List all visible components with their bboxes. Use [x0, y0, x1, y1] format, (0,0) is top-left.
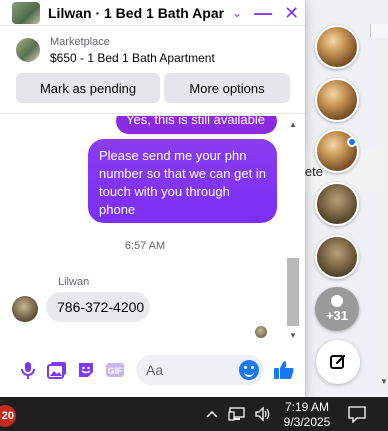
compose-icon — [330, 354, 346, 369]
unread-dot-icon — [347, 137, 357, 147]
chat-title[interactable]: Lilwan · 1 Bed 1 Bath Apart… — [48, 5, 224, 21]
emoji-icon[interactable] — [239, 360, 259, 380]
notification-count-badge[interactable]: 20 — [0, 405, 16, 427]
listing-title[interactable]: $650 - 1 Bed 1 Bath Apartment — [50, 51, 215, 65]
more-options-button[interactable]: More options — [164, 73, 290, 103]
show-hidden-icons-chevron-icon[interactable] — [206, 397, 218, 431]
chat-header[interactable]: Lilwan · 1 Bed 1 Bath Apart… ⌄ — ✕ — [0, 0, 305, 26]
clock-date: 9/3/2025 — [283, 415, 331, 429]
more-chats-button[interactable]: +31 — [315, 287, 359, 331]
svg-text:GIF: GIF — [108, 366, 124, 376]
taskbar: 20 7:19 AM 9/3/2025 — [0, 397, 388, 431]
sender-name: Lilwan — [58, 276, 90, 288]
gif-icon[interactable]: GIF — [103, 358, 127, 382]
composer: GIF — [0, 350, 305, 390]
chat-window: Lilwan · 1 Bed 1 Bath Apart… ⌄ — ✕ Marke… — [0, 0, 305, 397]
message-input-box[interactable] — [136, 355, 264, 385]
volume-icon[interactable] — [254, 397, 272, 431]
scroll-down-arrow-icon[interactable]: ▼ — [380, 377, 388, 386]
system-clock[interactable]: 7:19 AM 9/3/2025 — [282, 400, 332, 430]
chat-head-3[interactable] — [315, 129, 359, 173]
sender-avatar[interactable] — [12, 296, 38, 322]
person-icon — [331, 295, 343, 307]
background-menu-text: lete — [302, 164, 323, 179]
close-icon[interactable]: ✕ — [284, 4, 299, 22]
notification-center-icon[interactable] — [348, 406, 366, 428]
listing-thumbnail[interactable] — [16, 38, 40, 62]
mark-pending-button[interactable]: Mark as pending — [16, 73, 160, 103]
chevron-down-icon[interactable]: ⌄ — [232, 6, 242, 20]
message-input[interactable] — [146, 362, 234, 378]
thumbs-up-icon[interactable] — [272, 358, 296, 382]
scroll-up-arrow-icon[interactable]: ▲ — [289, 120, 297, 129]
chat-head-5[interactable] — [315, 235, 359, 279]
network-icon[interactable] — [228, 397, 246, 431]
sticker-icon[interactable] — [74, 358, 98, 382]
listing-avatar[interactable] — [12, 1, 40, 24]
clock-time: 7:19 AM — [284, 400, 330, 414]
page-scrollbar[interactable]: ▼ — [380, 40, 388, 390]
chat-head-1[interactable] — [315, 25, 359, 69]
background-window-edge — [370, 24, 388, 38]
chat-head-2[interactable] — [315, 78, 359, 122]
more-chats-count: +31 — [325, 308, 349, 323]
incoming-message[interactable]: 786-372-4200 — [46, 292, 150, 322]
outgoing-message[interactable]: Yes, this is still available — [116, 116, 277, 134]
scroll-down-arrow-icon[interactable]: ▼ — [289, 331, 297, 340]
marketplace-panel: Marketplace $650 - 1 Bed 1 Bath Apartmen… — [0, 26, 305, 114]
message-timestamp: 6:57 AM — [124, 240, 166, 252]
scrollbar-thumb[interactable] — [287, 258, 299, 326]
chat-head-4[interactable] — [315, 182, 359, 226]
new-message-button[interactable] — [316, 340, 360, 384]
seen-avatar-icon — [255, 326, 267, 338]
minimize-icon[interactable]: — — [254, 4, 272, 22]
marketplace-label: Marketplace — [50, 36, 110, 48]
microphone-icon[interactable] — [16, 358, 40, 382]
photo-icon[interactable] — [45, 358, 69, 382]
chat-scrollbar[interactable]: ▲ ▼ — [286, 118, 300, 342]
message-list[interactable]: Yes, this is still available Please send… — [0, 116, 305, 344]
outgoing-message[interactable]: Please send me your phn number so that w… — [88, 139, 277, 223]
